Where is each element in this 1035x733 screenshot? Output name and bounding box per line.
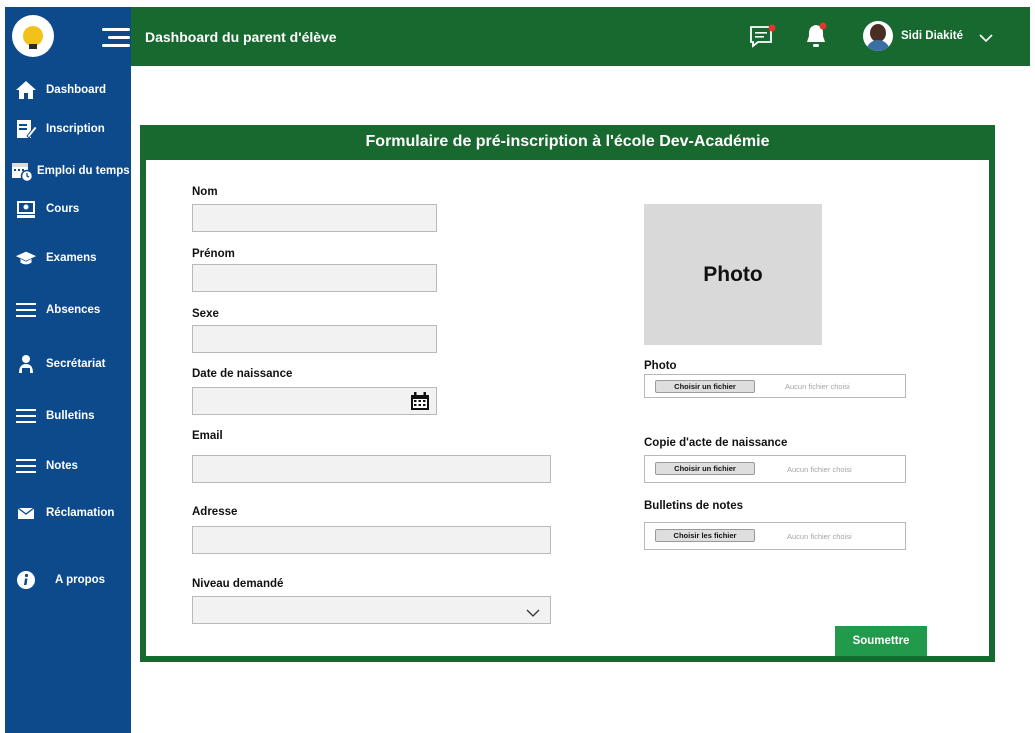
menu-icon (15, 299, 37, 321)
sidebar-header (5, 7, 131, 67)
avatar[interactable] (863, 21, 893, 51)
user-name: Sidi Diakité (901, 30, 963, 42)
adresse-label: Adresse (192, 506, 238, 518)
form-title: Formulaire de pré-inscription à l'école … (365, 133, 770, 150)
chevron-down-icon (526, 605, 540, 617)
prenom-label: Prénom (192, 248, 235, 260)
sidebar-item-notes[interactable]: Notes (5, 451, 131, 481)
sidebar-item-inscription[interactable]: Inscription (5, 114, 131, 144)
sidebar-item-label: Dashboard (46, 84, 107, 96)
menu-toggle-button[interactable] (102, 27, 130, 49)
niveau-select[interactable] (192, 596, 551, 624)
sidebar-item-label: Réclamation (46, 507, 115, 519)
sidebar-item-label: Examens (46, 252, 97, 264)
acte-file-status: Aucun fichier choisi (787, 465, 852, 474)
form-body: Nom Prénom Sexe Date de naissance Email … (146, 160, 989, 656)
graduation-cap-icon (15, 247, 37, 269)
adresse-field[interactable] (192, 526, 551, 554)
bell-icon[interactable] (804, 22, 830, 50)
registration-form: Formulaire de pré-inscription à l'école … (140, 125, 995, 662)
edit-form-icon (15, 118, 37, 140)
sidebar-item-examens[interactable]: Examens (5, 243, 131, 273)
date-naissance-field[interactable] (192, 387, 437, 415)
sidebar-item-label: Cours (46, 203, 80, 215)
menu-icon (15, 455, 37, 477)
calendar-icon[interactable] (410, 391, 430, 411)
sidebar-item-label: Notes (46, 460, 78, 472)
sidebar: Dashboard Inscription Emploi du temps Co… (5, 7, 131, 733)
sidebar-item-label: Absences (46, 304, 101, 316)
sidebar-item-dashboard[interactable]: Dashboard (5, 75, 131, 105)
lightbulb-icon (23, 26, 43, 49)
prenom-field[interactable] (192, 264, 437, 292)
sidebar-item-reclamation[interactable]: Réclamation (5, 498, 131, 528)
acte-naissance-upload: Choisir un fichier Aucun fichier choisi (644, 455, 906, 483)
sidebar-item-label: Secrétariat (46, 358, 106, 370)
menu-icon (15, 405, 37, 427)
acte-naissance-label: Copie d'acte de naissance (644, 437, 788, 449)
sidebar-item-cours[interactable]: Cours (5, 194, 131, 224)
nom-label: Nom (192, 186, 218, 198)
app-logo[interactable] (12, 15, 54, 57)
sidebar-item-label: Inscription (46, 123, 105, 135)
photo-preview: Photo (644, 204, 822, 345)
niveau-label: Niveau demandé (192, 578, 284, 590)
sidebar-item-label: Emploi du temps (37, 165, 130, 177)
bulletins-file-status: Aucun fichier choisi (787, 532, 852, 541)
bulletins-choose-file-button[interactable]: Choisir les fichier (655, 529, 755, 542)
mail-icon (15, 502, 37, 524)
page-title: Dashboard du parent d'élève (145, 29, 337, 45)
chevron-down-icon[interactable] (978, 31, 994, 43)
secretary-icon (15, 353, 37, 375)
top-bar: Dashboard du parent d'élève Sidi Diakité (131, 7, 1030, 66)
sidebar-item-a-propos[interactable]: A propos (5, 565, 131, 595)
sidebar-item-absences[interactable]: Absences (5, 295, 131, 325)
acte-choose-file-button[interactable]: Choisir un fichier (655, 462, 755, 475)
submit-button[interactable]: Soumettre (835, 626, 927, 656)
sidebar-item-secretariat[interactable]: Secrétariat (5, 349, 131, 379)
book-icon (15, 198, 37, 220)
photo-choose-file-button[interactable]: Choisir un fichier (655, 380, 755, 393)
schedule-icon (11, 160, 33, 182)
bulletins-label: Bulletins de notes (644, 500, 744, 512)
sidebar-item-bulletins[interactable]: Bulletins (5, 401, 131, 431)
sidebar-item-emploi-du-temps[interactable]: Emploi du temps (5, 156, 131, 186)
chat-icon[interactable] (749, 24, 777, 50)
bulletins-upload: Choisir les fichier Aucun fichier choisi (644, 522, 906, 550)
email-field[interactable] (192, 455, 551, 483)
photo-upload-label: Photo (644, 360, 677, 372)
sidebar-item-label: Bulletins (46, 410, 95, 422)
photo-file-status: Aucun fichier choisi (785, 382, 850, 391)
home-icon (15, 79, 37, 101)
sexe-field[interactable] (192, 325, 437, 353)
email-label: Email (192, 430, 223, 442)
photo-upload: Choisir un fichier Aucun fichier choisi (644, 374, 906, 398)
nom-field[interactable] (192, 204, 437, 232)
sexe-label: Sexe (192, 308, 219, 320)
date-naissance-label: Date de naissance (192, 368, 293, 380)
sidebar-item-label: A propos (55, 574, 106, 586)
info-icon (15, 569, 37, 591)
